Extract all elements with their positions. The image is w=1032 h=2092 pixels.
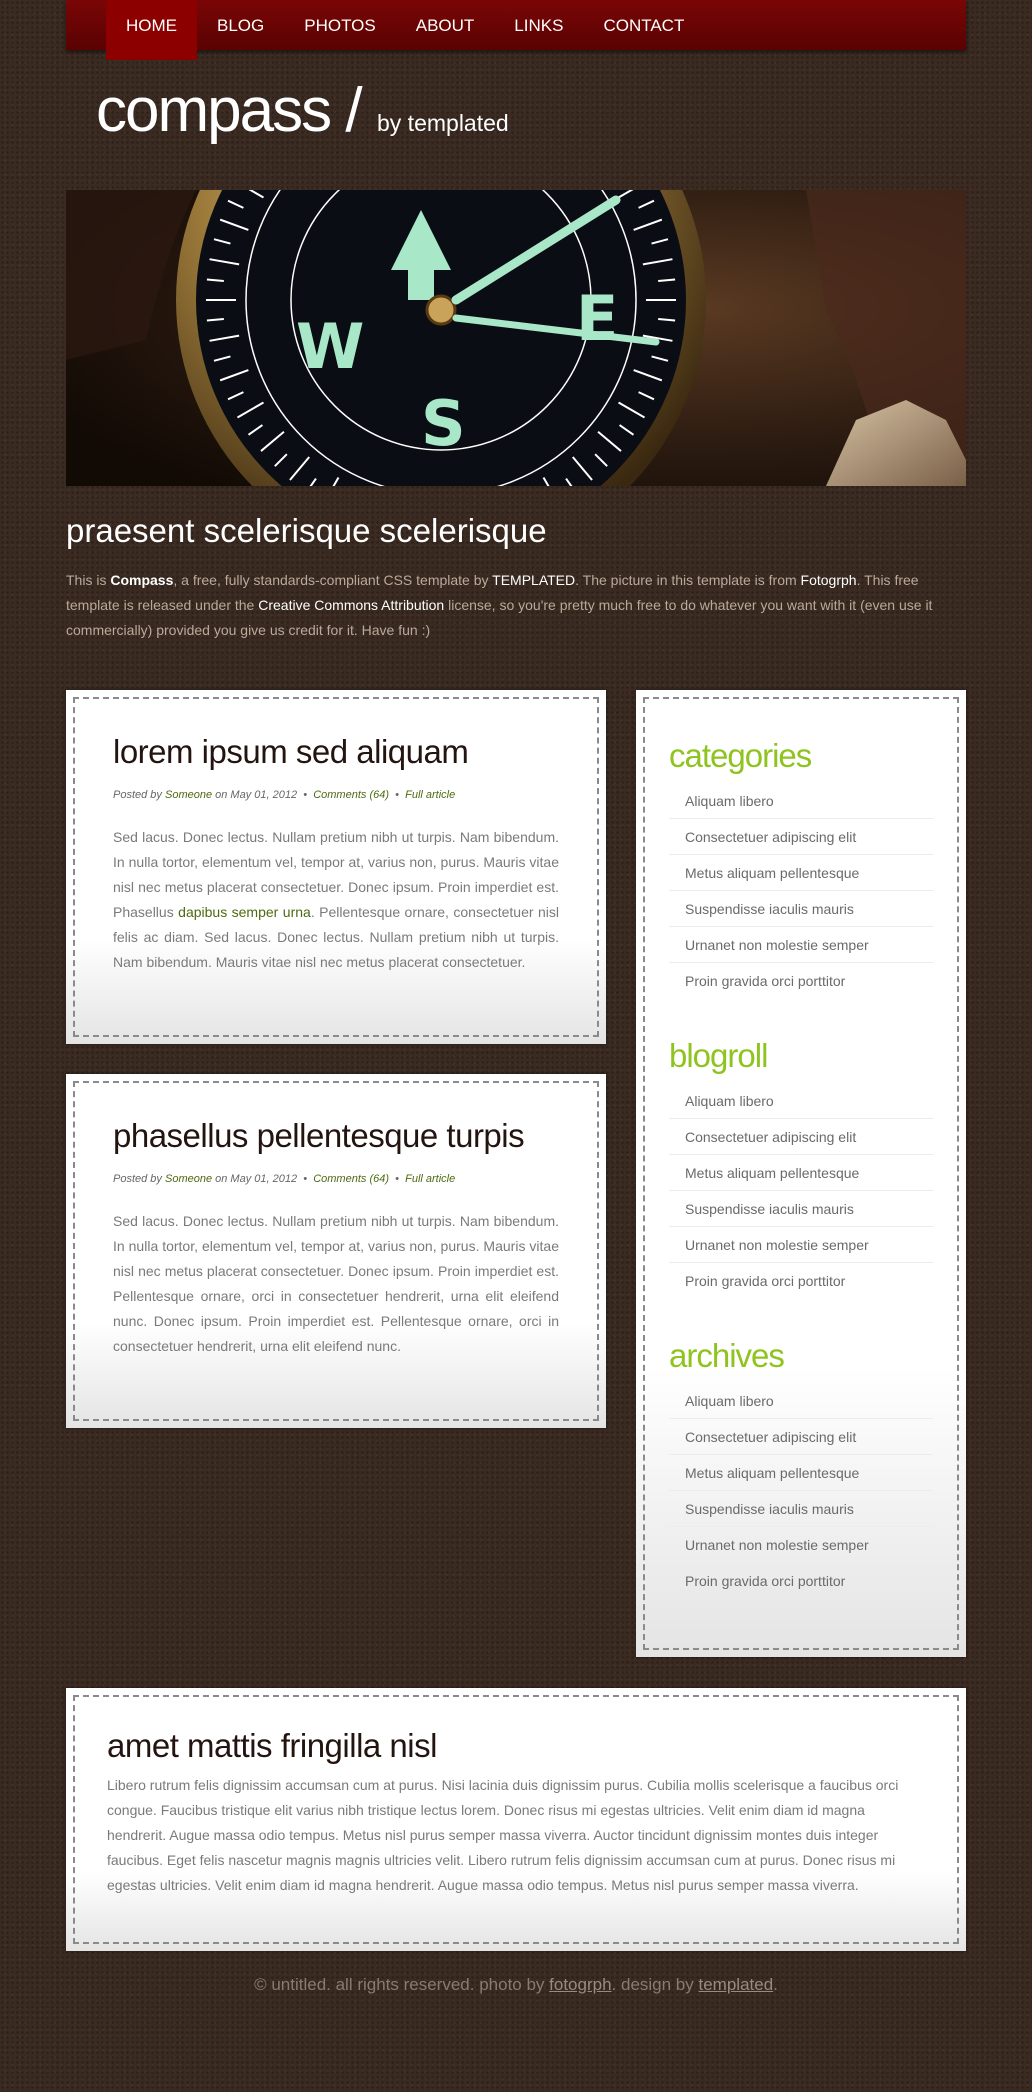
comments-link[interactable]: Comments (64) [313, 789, 389, 801]
sidebar-heading: categories [669, 737, 812, 774]
intro-section: praesent scelerisque scelerisque This is… [66, 512, 966, 643]
sidebar: categories Aliquam libero Consectetuer a… [636, 690, 966, 1657]
nav-about[interactable]: ABOUT [396, 0, 495, 50]
sidebar-link[interactable]: Metus aliquam pellentesque [669, 1455, 933, 1491]
sidebar-link[interactable]: Aliquam libero [669, 1083, 933, 1119]
post-card: phasellus pellentesque turpis Posted by … [66, 1074, 606, 1428]
sidebar-link[interactable]: Urnanet non molestie semper [669, 927, 933, 963]
fotogrph-link[interactable]: Fotogrph [801, 572, 857, 588]
author-link[interactable]: Someone [165, 789, 212, 801]
sidebar-section-archives: archives Aliquam libero Consectetuer adi… [669, 1337, 933, 1599]
comments-link[interactable]: Comments (64) [313, 1173, 389, 1185]
site-title[interactable]: compass / [96, 76, 363, 145]
sidebar-link[interactable]: Suspendisse iaculis mauris [669, 1491, 933, 1527]
sidebar-link[interactable]: Proin gravida orci porttitor [669, 963, 933, 999]
sidebar-section-categories: categories Aliquam libero Consectetuer a… [669, 737, 933, 999]
sidebar-heading: archives [669, 1337, 785, 1374]
svg-text:E: E [576, 282, 618, 355]
footer: © untitled. all rights reserved. photo b… [254, 1975, 778, 1994]
sidebar-link[interactable]: Urnanet non molestie semper [669, 1227, 933, 1263]
nav-contact[interactable]: CONTACT [583, 0, 704, 50]
nav-home[interactable]: HOME [106, 0, 197, 60]
post-meta: Posted by Someone on May 01, 2012 • Comm… [113, 789, 456, 801]
sidebar-link[interactable]: Metus aliquam pellentesque [669, 855, 933, 891]
compass-name: Compass [110, 572, 174, 588]
footer-templated-link[interactable]: templated [699, 1975, 774, 1994]
post-card: lorem ipsum sed aliquam Posted by Someon… [66, 690, 606, 1044]
sidebar-link[interactable]: Aliquam libero [669, 1383, 933, 1419]
bottom-title: amet mattis fringilla nisl [107, 1727, 437, 1764]
nav-blog[interactable]: BLOG [197, 0, 284, 50]
full-article-link[interactable]: Full article [405, 1173, 455, 1185]
post-body: Sed lacus. Donec lectus. Nullam pretium … [113, 829, 559, 970]
sidebar-link[interactable]: Consectetuer adipiscing elit [669, 819, 933, 855]
main-nav: HOME BLOG PHOTOS ABOUT LINKS CONTACT [66, 0, 966, 60]
sidebar-link[interactable]: Metus aliquam pellentesque [669, 1155, 933, 1191]
compass-banner-image: W E S [66, 190, 966, 486]
sidebar-section-blogroll: blogroll Aliquam libero Consectetuer adi… [669, 1037, 933, 1299]
sidebar-link[interactable]: Urnanet non molestie semper [669, 1527, 933, 1563]
post-title[interactable]: lorem ipsum sed aliquam [113, 733, 559, 771]
sidebar-link[interactable]: Consectetuer adipiscing elit [669, 1419, 933, 1455]
svg-text:S: S [421, 387, 466, 460]
sidebar-heading: blogroll [669, 1037, 768, 1074]
sidebar-link[interactable]: Suspendisse iaculis mauris [669, 1191, 933, 1227]
nav-links[interactable]: LINKS [494, 0, 583, 50]
full-article-link[interactable]: Full article [405, 789, 455, 801]
post-body: Sed lacus. Donec lectus. Nullam pretium … [113, 1213, 559, 1354]
author-link[interactable]: Someone [165, 1173, 212, 1185]
sidebar-link[interactable]: Consectetuer adipiscing elit [669, 1119, 933, 1155]
sidebar-link[interactable]: Suspendisse iaculis mauris [669, 891, 933, 927]
footer-fotogrph-link[interactable]: fotogrph [549, 1975, 611, 1994]
inline-link[interactable]: dapibus semper urna [178, 904, 311, 920]
nav-photos[interactable]: PHOTOS [284, 0, 395, 50]
templated-link[interactable]: TEMPLATED [492, 572, 575, 588]
post-title[interactable]: phasellus pellentesque turpis [113, 1117, 559, 1155]
intro-heading: praesent scelerisque scelerisque [66, 512, 547, 549]
site-tagline: by templated [377, 110, 509, 136]
post-meta: Posted by Someone on May 01, 2012 • Comm… [113, 1173, 456, 1185]
bottom-text: Libero rutrum felis dignissim accumsan c… [107, 1777, 899, 1893]
compass-dial: W E S [176, 190, 706, 486]
cc-license-link[interactable]: Creative Commons Attribution [258, 597, 444, 613]
intro-text: This is Compass, a free, fully standards… [66, 572, 933, 638]
svg-text:W: W [296, 310, 364, 383]
sidebar-link[interactable]: Proin gravida orci porttitor [669, 1263, 933, 1299]
bottom-section: amet mattis fringilla nisl Libero rutrum… [66, 1688, 966, 1951]
page-wrapper: HOME BLOG PHOTOS ABOUT LINKS CONTACT com… [66, 0, 966, 2092]
site-logo: compass / by templated [66, 50, 966, 190]
sidebar-link[interactable]: Proin gravida orci porttitor [669, 1563, 933, 1599]
sidebar-link[interactable]: Aliquam libero [669, 783, 933, 819]
